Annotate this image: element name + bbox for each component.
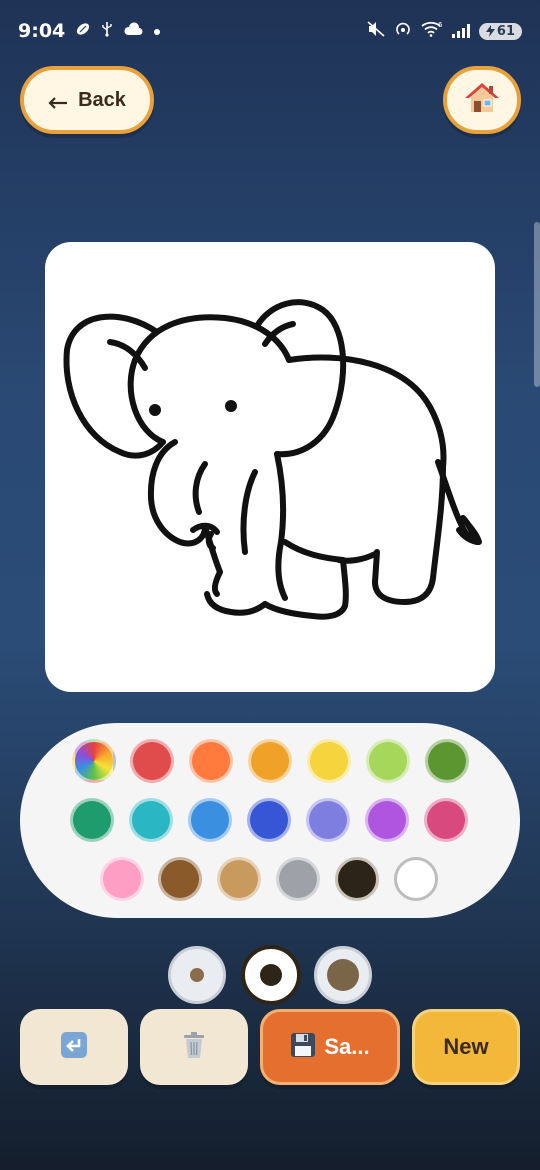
color-swatch-green[interactable]	[425, 739, 469, 783]
house-icon	[465, 82, 499, 118]
color-swatch-blue[interactable]	[247, 798, 291, 842]
color-swatch-amber[interactable]	[248, 739, 292, 783]
back-button[interactable]: Back	[20, 66, 154, 134]
mute-icon	[367, 21, 385, 41]
color-swatch-red[interactable]	[130, 739, 174, 783]
home-button[interactable]	[443, 66, 521, 134]
clear-button[interactable]	[140, 1009, 248, 1085]
color-swatch-black[interactable]	[335, 857, 379, 901]
new-button[interactable]: New	[412, 1009, 520, 1085]
battery-level: 61	[496, 23, 515, 39]
color-swatch-light-green[interactable]	[366, 739, 410, 783]
color-swatch-yellow[interactable]	[307, 739, 351, 783]
svg-text:6: 6	[438, 21, 443, 29]
status-time: 9:04	[18, 20, 66, 42]
charging-icon	[485, 25, 495, 37]
drawing-canvas[interactable]	[45, 242, 495, 692]
medium-dot-icon	[260, 964, 282, 986]
status-right: 6 61	[367, 21, 522, 41]
small-dot-icon	[190, 968, 204, 982]
new-label: New	[443, 1034, 489, 1059]
color-swatch-brown[interactable]	[158, 857, 202, 901]
undo-arrow-icon	[60, 1031, 88, 1063]
cloud-icon	[123, 22, 143, 40]
color-swatch-lavender[interactable]	[306, 798, 350, 842]
usb-icon	[101, 21, 113, 41]
left-arrow-icon	[48, 89, 68, 115]
color-swatch-cyan[interactable]	[129, 798, 173, 842]
large-dot-icon	[327, 959, 359, 991]
trash-icon	[182, 1031, 206, 1063]
color-swatch-sky-blue[interactable]	[188, 798, 232, 842]
brush-size-medium[interactable]	[241, 945, 301, 1005]
football-icon	[75, 21, 91, 41]
status-bar: 9:04 6 61	[0, 0, 540, 62]
back-label: Back	[78, 88, 126, 111]
color-swatch-orange[interactable]	[189, 739, 233, 783]
save-label: Sa...	[324, 1034, 370, 1059]
elephant-outline-image	[63, 299, 482, 620]
signal-icon	[451, 24, 470, 38]
color-swatch-purple[interactable]	[365, 798, 409, 842]
color-swatch-white[interactable]	[394, 857, 438, 901]
left-eye	[149, 404, 161, 416]
undo-button[interactable]	[20, 1009, 128, 1085]
color-swatch-gray[interactable]	[276, 857, 320, 901]
hotspot-icon	[394, 21, 412, 41]
color-swatch-tan[interactable]	[217, 857, 261, 901]
brush-size-large[interactable]	[314, 946, 372, 1004]
scrollbar[interactable]	[534, 222, 540, 387]
color-swatch-pink-red[interactable]	[424, 798, 468, 842]
wifi-icon: 6	[421, 21, 443, 41]
battery-indicator: 61	[478, 22, 522, 40]
save-button[interactable]: Sa...	[260, 1009, 400, 1085]
color-swatch-teal-green[interactable]	[70, 798, 114, 842]
floppy-disk-icon	[290, 1032, 316, 1062]
color-swatch-rainbow[interactable]	[72, 739, 116, 783]
status-left: 9:04	[18, 20, 161, 42]
color-swatch-pink[interactable]	[100, 857, 144, 901]
right-eye	[225, 400, 237, 412]
color-palette	[20, 723, 520, 918]
brush-size-small[interactable]	[168, 946, 226, 1004]
notification-dot-icon	[153, 22, 161, 40]
